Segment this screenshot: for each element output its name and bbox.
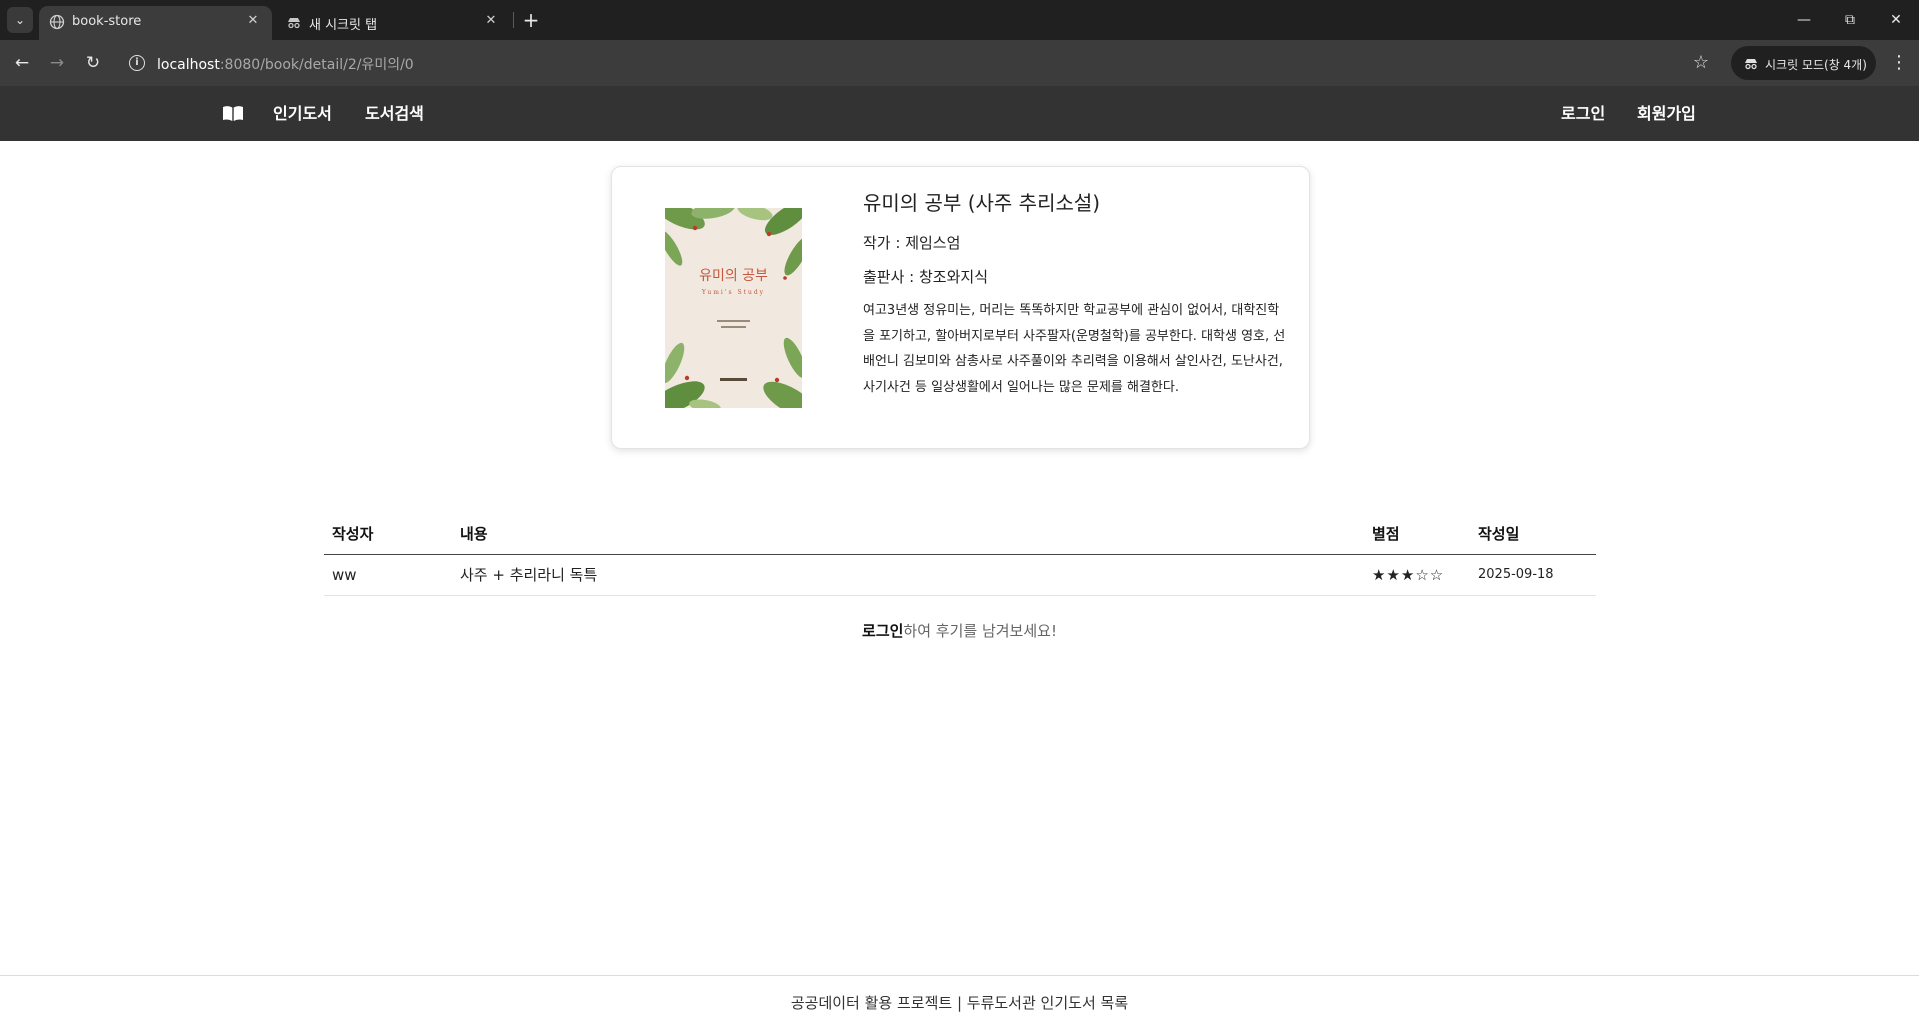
address-bar[interactable]: i localhost:8080/book/detail/2/유미의/0 <box>121 46 1701 80</box>
incognito-badge[interactable]: 시크릿 모드(창 4개) <box>1731 46 1876 80</box>
nav-popular-books[interactable]: 인기도서 <box>273 86 332 141</box>
tab-book-store[interactable]: book-store ✕ <box>39 6 272 40</box>
book-detail-card: 유미의 공부 Yumi's Study 유미의 공부 (사주 추리소설) 작가 … <box>611 166 1310 449</box>
reload-icon[interactable]: ↻ <box>79 49 107 77</box>
book-author: 작가 : 제임스엄 <box>863 234 961 252</box>
site-info-icon[interactable]: i <box>129 55 145 71</box>
book-description: 여고3년생 정유미는, 머리는 똑똑하지만 학교공부에 관심이 없어서, 대학진… <box>863 303 1286 395</box>
nav-login[interactable]: 로그인 <box>1561 86 1605 141</box>
column-header-content: 내용 <box>452 514 1364 555</box>
new-tab-plus-icon[interactable]: + <box>518 7 544 33</box>
book-cover-art: 유미의 공부 Yumi's Study <box>665 208 802 408</box>
tab-title: book-store <box>72 14 142 29</box>
restore-icon[interactable]: ⧉ <box>1827 0 1873 40</box>
review-rating-stars: ★★★☆☆ <box>1364 554 1470 596</box>
tab-search-chevron-icon[interactable]: ⌄ <box>7 7 33 33</box>
book-open-icon[interactable] <box>222 104 244 122</box>
column-header-rating: 별점 <box>1364 514 1470 555</box>
login-prompt: 로그인하여 후기를 남겨보세요! <box>0 620 1919 641</box>
tab-close-icon[interactable]: ✕ <box>480 10 502 32</box>
footer-text: 공공데이터 활용 프로젝트 | 두류도서관 인기도서 목록 <box>790 994 1129 1012</box>
book-publisher: 출판사 : 창조와지식 <box>863 268 988 286</box>
login-link[interactable]: 로그인 <box>862 622 903 640</box>
forward-arrow-icon[interactable]: → <box>43 49 71 77</box>
nav-book-search[interactable]: 도서검색 <box>365 86 424 141</box>
incognito-icon <box>1745 59 1757 70</box>
minimize-icon[interactable]: — <box>1781 0 1827 40</box>
review-writer: ww <box>324 554 452 596</box>
column-header-date: 작성일 <box>1470 514 1596 555</box>
column-header-writer: 작성자 <box>324 514 452 555</box>
review-date: 2025-09-18 <box>1470 554 1596 596</box>
browser-toolbar: ← → ↻ i localhost:8080/book/detail/2/유미의… <box>0 40 1919 86</box>
svg-text:유미의 공부: 유미의 공부 <box>699 268 768 284</box>
book-title: 유미의 공부 (사주 추리소설) <box>863 191 1101 215</box>
window-close-icon[interactable]: ✕ <box>1873 0 1919 40</box>
browser-menu-icon[interactable]: ⋮ <box>1885 49 1913 77</box>
footer-divider <box>0 975 1919 976</box>
globe-icon <box>49 14 65 30</box>
tab-title: 새 시크릿 탭 <box>309 18 378 33</box>
review-content: 사주 + 추리라니 독특 <box>452 554 1364 596</box>
reviews-header-row: 작성자 내용 별점 작성일 <box>324 514 1596 555</box>
incognito-label: 시크릿 모드(창 4개) <box>1765 58 1867 72</box>
svg-text:Yumi's Study: Yumi's Study <box>701 289 765 296</box>
book-cover-image: 유미의 공부 Yumi's Study <box>665 208 802 408</box>
site-header: 인기도서 도서검색 로그인 회원가입 <box>0 86 1919 141</box>
tab-divider <box>513 12 514 28</box>
browser-tab-bar: ⌄ book-store ✕ 새 시크릿 탭 ✕ + — ⧉ ✕ <box>0 0 1919 40</box>
back-arrow-icon[interactable]: ← <box>8 49 36 77</box>
bookmark-star-icon[interactable]: ☆ <box>1687 49 1715 77</box>
reviews-table: 작성자 내용 별점 작성일 ww 사주 + 추리라니 독특 ★★★☆☆ 2025… <box>324 514 1596 596</box>
tab-close-icon[interactable]: ✕ <box>242 10 264 32</box>
tab-incognito[interactable]: 새 시크릿 탭 ✕ <box>276 6 510 40</box>
table-row: ww 사주 + 추리라니 독특 ★★★☆☆ 2025-09-18 <box>324 554 1596 596</box>
nav-signup[interactable]: 회원가입 <box>1637 86 1696 141</box>
url-text[interactable]: localhost:8080/book/detail/2/유미의/0 <box>157 54 414 74</box>
incognito-icon <box>288 18 300 29</box>
login-prompt-text: 하여 후기를 남겨보세요! <box>903 622 1057 640</box>
